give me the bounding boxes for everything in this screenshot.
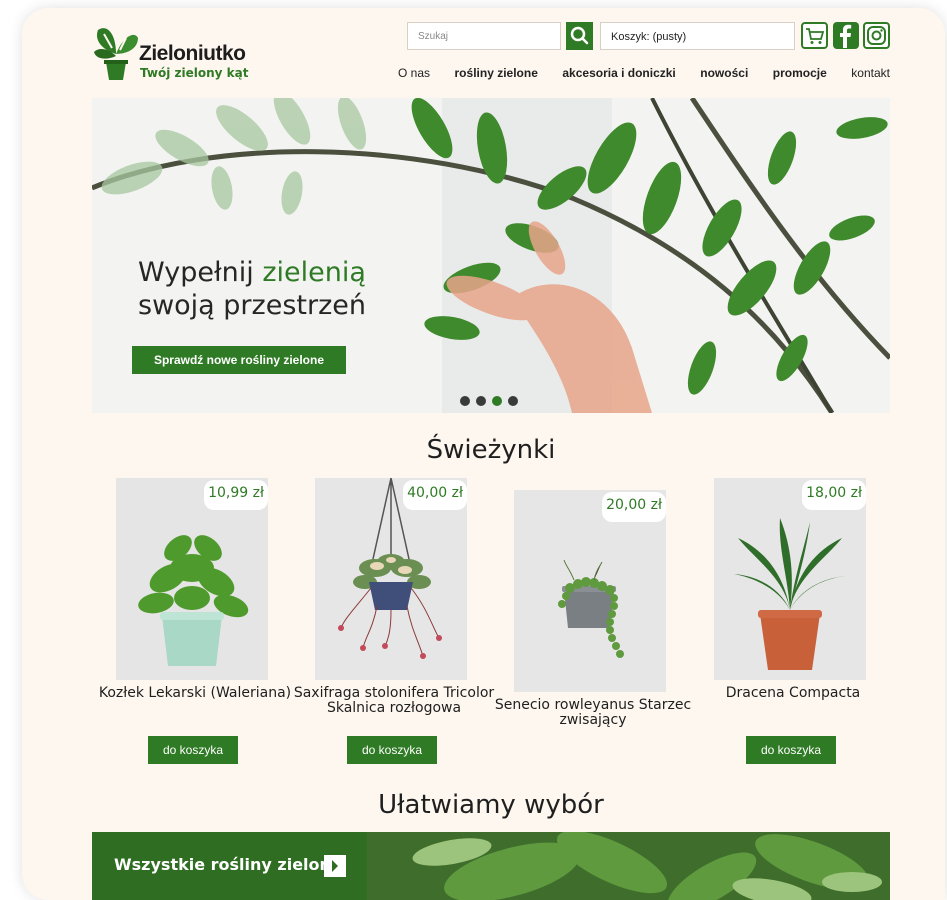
product-image[interactable]: 40,00 zł (315, 478, 467, 680)
nav-item-nowosci[interactable]: nowości (700, 66, 748, 80)
instagram-button[interactable] (863, 22, 890, 49)
hero-slider[interactable]: Wypełnij zielenią swoją przestrzeń Spraw… (92, 98, 890, 413)
nav-item-rosliny-zielone[interactable]: rośliny zielone (455, 66, 538, 80)
product-name[interactable]: Saxifraga stolonifera Tricolor Skalnica … (285, 686, 503, 716)
product-name[interactable]: Dracena Compacta (684, 686, 902, 701)
slider-dot-2[interactable] (476, 396, 486, 406)
add-to-cart-button[interactable]: do koszyka (148, 736, 238, 764)
price-tag: 18,00 zł (802, 480, 866, 510)
slider-dot-3[interactable] (492, 396, 502, 406)
main-nav: O nas rośliny zielone akcesoria i donicz… (398, 66, 890, 80)
logo[interactable]: Zieloniutko Twój zielony kąt (92, 20, 262, 86)
page: Zieloniutko Twój zielony kąt Szukaj Kosz… (22, 8, 945, 900)
search-input[interactable]: Szukaj (407, 22, 561, 50)
slider-dot-1[interactable] (460, 396, 470, 406)
logo-name: Zieloniutko (139, 42, 246, 65)
banner-text: Wszystkie rośliny zielone (114, 855, 342, 874)
section-title-new: Świeżynki (426, 435, 556, 465)
cart-icon (806, 28, 825, 44)
nav-item-promocje[interactable]: promocje (773, 66, 827, 80)
price-tag: 20,00 zł (602, 492, 666, 522)
instagram-icon (867, 26, 886, 45)
slider-dots (460, 396, 518, 406)
product-image[interactable]: 18,00 zł (714, 478, 866, 680)
logo-tagline: Twój zielony kąt (140, 66, 249, 80)
hero-cta-button[interactable]: Sprawdź nowe rośliny zielone (132, 346, 346, 374)
cart-summary[interactable]: Koszyk: (pusty) (600, 22, 795, 50)
facebook-button[interactable] (833, 22, 859, 49)
nav-item-o-nas[interactable]: O nas (398, 66, 430, 80)
banner-arrow-button[interactable] (324, 855, 346, 877)
price-tag: 40,00 zł (403, 480, 467, 510)
nav-item-kontakt[interactable]: kontakt (851, 66, 890, 80)
category-banner[interactable]: Wszystkie rośliny zielone (92, 832, 890, 900)
facebook-icon (840, 24, 852, 48)
price-tag: 10,99 zł (204, 480, 268, 510)
product-image[interactable]: 20,00 zł (514, 490, 666, 692)
section-title-choose: Ułatwiamy wybór (378, 790, 604, 820)
product-name[interactable]: Senecio rowleyanus Starzec zwisający (484, 698, 702, 728)
product-name[interactable]: Kozłek Lekarski (Waleriana) (86, 686, 304, 701)
chevron-right-icon (332, 860, 338, 872)
search-icon (570, 26, 589, 45)
hero-title-highlight: zielenią (262, 257, 366, 288)
add-to-cart-button[interactable]: do koszyka (347, 736, 437, 764)
product-image[interactable]: 10,99 zł (116, 478, 268, 680)
slider-dot-4[interactable] (508, 396, 518, 406)
hero-title: Wypełnij zielenią swoją przestrzeń (138, 257, 366, 321)
plant-logo-icon (94, 28, 138, 80)
add-to-cart-button[interactable]: do koszyka (746, 736, 836, 764)
nav-item-akcesoria[interactable]: akcesoria i doniczki (562, 66, 675, 80)
search-button[interactable] (566, 22, 593, 50)
cart-button[interactable] (801, 22, 828, 49)
